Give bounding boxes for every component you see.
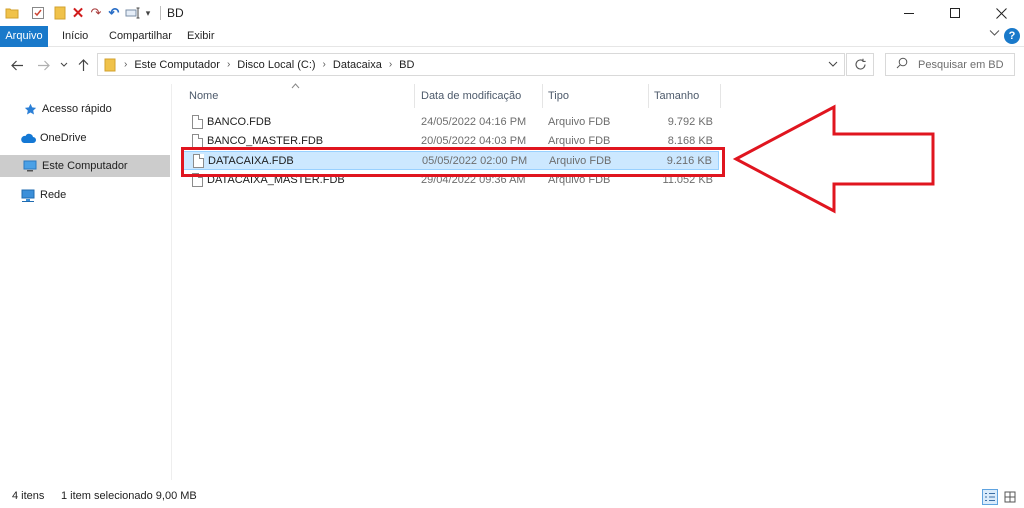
annotation-highlight-box (181, 147, 725, 177)
minimize-button[interactable] (886, 0, 932, 26)
column-header-data-modificacao[interactable]: Data de modificação (415, 84, 543, 108)
tab-inicio[interactable]: Início (62, 26, 88, 47)
file-name: BANCO.FDB (207, 116, 272, 128)
breadcrumb-este-computador[interactable]: Este Computador (134, 59, 220, 71)
address-history-chevron-icon[interactable] (828, 57, 838, 74)
search-box[interactable] (885, 53, 1015, 76)
table-row[interactable]: BANCO.FDB 24/05/2022 04:16 PM Arquivo FD… (181, 113, 719, 132)
tab-compartilhar[interactable]: Compartilhar (109, 26, 172, 47)
undo-icon[interactable]: ↶ (106, 5, 122, 21)
help-icon[interactable]: ? (1004, 28, 1020, 44)
sidebar-item-rede[interactable]: Rede (0, 184, 170, 206)
column-divider[interactable] (720, 84, 721, 108)
search-input[interactable] (918, 58, 1008, 71)
properties-icon[interactable] (30, 5, 46, 21)
expand-ribbon-chevron-icon[interactable] (989, 28, 1000, 40)
navigation-bar: › Este Computador › Disco Local (C:) › D… (0, 48, 1024, 82)
search-icon (896, 57, 908, 72)
item-count: 4 itens (12, 490, 45, 502)
up-arrow-icon[interactable] (74, 56, 92, 74)
file-size: 9.792 KB (667, 116, 713, 128)
breadcrumb-chevron-icon[interactable]: › (389, 59, 392, 70)
customize-toolbar-chevron-icon[interactable]: ▾ (143, 5, 153, 21)
breadcrumb-chevron-icon[interactable]: › (323, 59, 326, 70)
large-icons-view-button[interactable] (1002, 489, 1018, 505)
back-arrow-icon[interactable] (8, 56, 26, 74)
selection-info: 1 item selecionado 9,00 MB (61, 490, 197, 502)
navigation-pane: Acesso rápido OneDrive Este Computador R… (0, 84, 172, 480)
status-bar: 4 itens 1 item selecionado 9,00 MB (0, 484, 1024, 508)
details-view-button[interactable] (982, 489, 998, 505)
window-title: BD (167, 6, 184, 20)
column-header-tipo[interactable]: Tipo (542, 84, 648, 108)
title-bar: ✕ ↷ ↶ ▾ BD (0, 0, 1024, 26)
file-icon (192, 115, 203, 129)
recent-locations-chevron-icon[interactable] (58, 56, 70, 74)
sidebar-item-este-computador[interactable]: Este Computador (0, 155, 170, 177)
sidebar-item-label: Acesso rápido (42, 103, 112, 115)
ribbon-tabs: Arquivo Início Compartilhar Exibir ? (0, 26, 1024, 47)
tab-arquivo[interactable]: Arquivo (0, 26, 48, 47)
redo-icon[interactable]: ↷ (88, 5, 104, 21)
folder-icon (4, 5, 20, 21)
sidebar-item-label: Este Computador (42, 160, 128, 172)
title-separator (160, 6, 161, 20)
sidebar-item-label: Rede (40, 189, 67, 201)
forward-arrow-icon[interactable] (34, 56, 52, 74)
address-bar[interactable]: › Este Computador › Disco Local (C:) › D… (97, 53, 845, 76)
rename-icon[interactable] (124, 5, 142, 21)
sidebar-item-onedrive[interactable]: OneDrive (0, 127, 170, 149)
breadcrumb-disco-local[interactable]: Disco Local (C:) (237, 59, 315, 71)
star-icon (22, 101, 38, 117)
column-header-tamanho[interactable]: Tamanho (648, 84, 720, 108)
delete-icon[interactable]: ✕ (70, 5, 86, 22)
file-type: Arquivo FDB (548, 116, 611, 128)
file-date: 24/05/2022 04:16 PM (421, 116, 527, 128)
refresh-button[interactable] (846, 53, 874, 76)
refresh-icon (854, 58, 866, 70)
new-folder-icon[interactable] (52, 5, 68, 21)
details-view-icon (985, 493, 995, 501)
sidebar-item-acesso-rapido[interactable]: Acesso rápido (0, 98, 170, 120)
large-icons-view-icon (1004, 491, 1016, 503)
cloud-icon (20, 130, 36, 146)
close-button[interactable] (978, 0, 1024, 26)
tab-exibir[interactable]: Exibir (187, 26, 215, 47)
breadcrumb-chevron-icon[interactable]: › (227, 59, 230, 70)
breadcrumb: › Este Computador › Disco Local (C:) › D… (98, 54, 844, 75)
sidebar-item-label: OneDrive (40, 132, 87, 144)
maximize-button[interactable] (932, 0, 978, 26)
folder-icon (102, 57, 118, 73)
annotation-arrow-icon (732, 104, 935, 214)
column-header-nome[interactable]: Nome (183, 84, 413, 108)
breadcrumb-datacaixa[interactable]: Datacaixa (333, 59, 382, 71)
breadcrumb-bd[interactable]: BD (399, 59, 414, 71)
file-icon (192, 134, 203, 148)
network-icon (20, 187, 36, 203)
computer-icon (22, 158, 38, 174)
breadcrumb-chevron-icon[interactable]: › (124, 59, 127, 70)
